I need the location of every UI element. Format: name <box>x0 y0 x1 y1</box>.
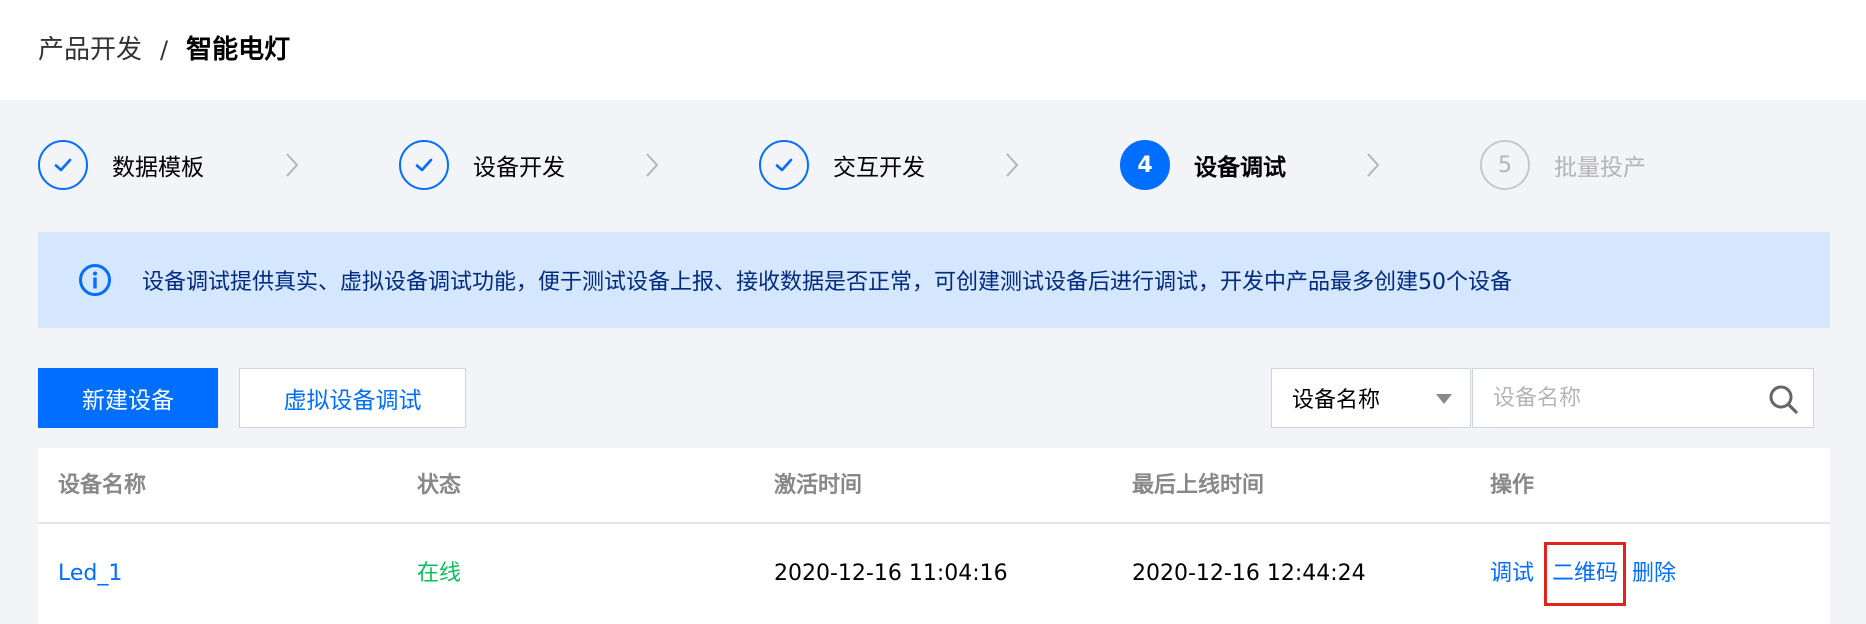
virtual-device-debug-button[interactable]: 虚拟设备调试 <box>239 368 466 428</box>
qrcode-action-link[interactable]: 二维码 <box>1544 542 1627 606</box>
search-box <box>1472 368 1814 428</box>
step-label: 批量投产 <box>1554 155 1646 181</box>
search-icon[interactable] <box>1767 383 1799 415</box>
breadcrumb-parent-link[interactable]: 产品开发 <box>38 30 142 70</box>
chevron-right-icon <box>646 153 659 177</box>
page-title: 智能电灯 <box>186 35 291 65</box>
step-done-circle <box>399 140 449 190</box>
debug-action-link[interactable]: 调试 <box>1490 559 1534 589</box>
step-label: 数据模板 <box>112 155 204 181</box>
device-name-link[interactable]: Led_1 <box>58 524 122 624</box>
step-label: 交互开发 <box>833 155 925 181</box>
column-header-actions: 操作 <box>1490 473 1535 498</box>
step-todo-circle: 5 <box>1480 140 1530 190</box>
last-online-time: 2020-12-16 12:44:24 <box>1132 561 1366 586</box>
chevron-right-icon <box>1367 153 1380 177</box>
new-device-button[interactable]: 新建设备 <box>38 368 218 428</box>
step-done-circle <box>38 140 88 190</box>
step-mass-production: 5 批量投产 <box>1480 140 1646 190</box>
device-table: 设备名称 状态 激活时间 最后上线时间 操作 Led_1 在线 2020-12-… <box>38 448 1830 624</box>
search-field-select[interactable]: 设备名称 <box>1271 368 1471 428</box>
table-header: 设备名称 状态 激活时间 最后上线时间 操作 <box>38 448 1830 524</box>
steps-progress: 数据模板 设备开发 交互开发 4 设备调试 5 批量投产 <box>38 140 1838 190</box>
search-input[interactable] <box>1473 369 1753 427</box>
column-header-device-name: 设备名称 <box>58 473 147 498</box>
column-header-last-online-time: 最后上线时间 <box>1132 473 1265 498</box>
activated-time: 2020-12-16 11:04:16 <box>774 561 1008 586</box>
chevron-right-icon <box>286 153 299 177</box>
step-label: 设备开发 <box>473 155 565 181</box>
check-icon <box>54 158 72 172</box>
step-data-template[interactable]: 数据模板 <box>38 140 204 190</box>
step-device-debug[interactable]: 4 设备调试 <box>1120 140 1286 190</box>
delete-action-link[interactable]: 删除 <box>1632 559 1676 589</box>
caret-down-icon <box>1436 394 1452 404</box>
step-device-dev[interactable]: 设备开发 <box>399 140 565 190</box>
step-active-circle: 4 <box>1120 140 1170 190</box>
info-icon <box>79 264 111 296</box>
chevron-right-icon <box>1006 153 1019 177</box>
breadcrumb: 产品开发 / 智能电灯 <box>38 30 290 70</box>
info-banner-text: 设备调试提供真实、虚拟设备调试功能，便于测试设备上报、接收数据是否正常，可创建测… <box>142 270 1512 295</box>
search-field-select-value: 设备名称 <box>1292 388 1381 413</box>
row-actions: 调试 二维码 删除 <box>1490 524 1676 624</box>
check-icon <box>775 158 793 172</box>
step-done-circle <box>759 140 809 190</box>
column-header-activated-time: 激活时间 <box>774 473 863 498</box>
column-header-status: 状态 <box>417 473 462 498</box>
step-label: 设备调试 <box>1194 155 1286 181</box>
check-icon <box>415 158 433 172</box>
status-badge: 在线 <box>417 561 462 586</box>
step-interaction-dev[interactable]: 交互开发 <box>759 140 925 190</box>
breadcrumb-separator: / <box>160 36 169 64</box>
table-row: Led_1 在线 2020-12-16 11:04:16 2020-12-16 … <box>38 524 1830 624</box>
info-banner: 设备调试提供真实、虚拟设备调试功能，便于测试设备上报、接收数据是否正常，可创建测… <box>38 232 1830 328</box>
page-header: 产品开发 / 智能电灯 <box>0 0 1866 100</box>
